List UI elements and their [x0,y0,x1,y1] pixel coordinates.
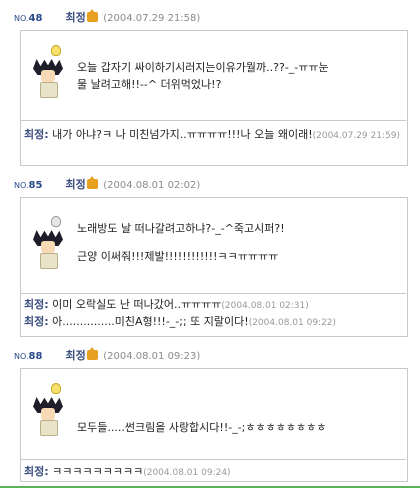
lightbulb-icon [51,383,61,394]
crown-icon [86,347,98,360]
post-date: (2004.07.29 21:58) [103,13,201,24]
lightbulb-icon [51,216,61,227]
post-text-line: 물 날려고해!!--^ 더위먹었나!? [77,78,222,91]
crown-icon [86,176,98,189]
comment-text: ㅋㅋㅋㅋㅋㅋㅋㅋㅋ [48,465,144,478]
author-name[interactable]: 최정 [66,11,86,24]
post-number: NO.48 [14,13,43,24]
post-header: NO.48 최정 (2004.07.29 21:58) [14,9,201,26]
avatar [33,216,63,269]
comment: 최정: 아...............미친A형!!!-_-;; 또 지랄이다!… [24,314,336,331]
post-number: NO.85 [14,180,43,191]
post-date: (2004.08.01 02:02) [103,180,201,191]
post-header: NO.88 최정 (2004.08.01 09:23) [14,347,201,364]
bottom-border [0,486,420,488]
comment-text: 이미 오락실도 난 떠나갔어..ㅠㅠㅠㅠ [48,298,222,311]
comment: 최정: 내가 아냐?ㅋ 나 미친넘가지..ㅠㅠㅠㅠ!!!나 오늘 왜이래!(20… [24,127,400,144]
comment-author[interactable]: 최정: [24,298,49,311]
post-header: NO.85 최정 (2004.08.01 02:02) [14,176,201,193]
comment-author[interactable]: 최정: [24,128,49,141]
comment-text: 아...............미친A형!!!-_-;; 또 지랄이다! [48,315,249,328]
lightbulb-icon [51,45,61,56]
author-name[interactable]: 최정 [66,178,86,191]
comment-date: (2004.07.29 21:59) [312,131,400,141]
comment: 최정: 이미 오락실도 난 떠나갔어..ㅠㅠㅠㅠ(2004.08.01 02:3… [24,297,309,314]
post-card: 오늘 갑자기 싸이하기시러지는이유가뭘까..??-_-ㅠㅠ눈 물 날려고해!!-… [20,30,408,166]
comment-author[interactable]: 최정: [24,465,49,478]
post-number: NO.88 [14,351,43,362]
divider [20,459,406,460]
divider [20,293,406,294]
comment-date: (2004.08.01 09:24) [143,468,231,478]
post-text-line: 모두들.....썬크림을 사랑합시다!!-_-;ㅎㅎㅎㅎㅎㅎㅎㅎ [77,421,327,434]
post-text-line: 노래방도 날 떠나갈려고하냐?-_-^죽고시퍼?! [77,222,285,235]
post-text-line: 근양 이써줘!!!제발!!!!!!!!!!!!ㅋㅋㅠㅠㅠㅠ [77,250,279,263]
comment: 최정: ㅋㅋㅋㅋㅋㅋㅋㅋㅋ(2004.08.01 09:24) [24,464,231,481]
post-date: (2004.08.01 09:23) [103,351,201,362]
comment-author[interactable]: 최정: [24,315,49,328]
avatar [33,45,63,98]
author-name[interactable]: 최정 [66,349,86,362]
comment-text: 내가 아냐?ㅋ 나 미친넘가지..ㅠㅠㅠㅠ!!!나 오늘 왜이래! [48,128,313,141]
crown-icon [86,9,98,22]
divider [20,120,406,121]
comment-date: (2004.08.01 02:31) [221,301,309,311]
avatar [33,383,63,436]
post-text-line: 오늘 갑자기 싸이하기시러지는이유가뭘까..??-_-ㅠㅠ눈 [77,61,329,74]
comment-date: (2004.08.01 09:22) [248,318,337,328]
